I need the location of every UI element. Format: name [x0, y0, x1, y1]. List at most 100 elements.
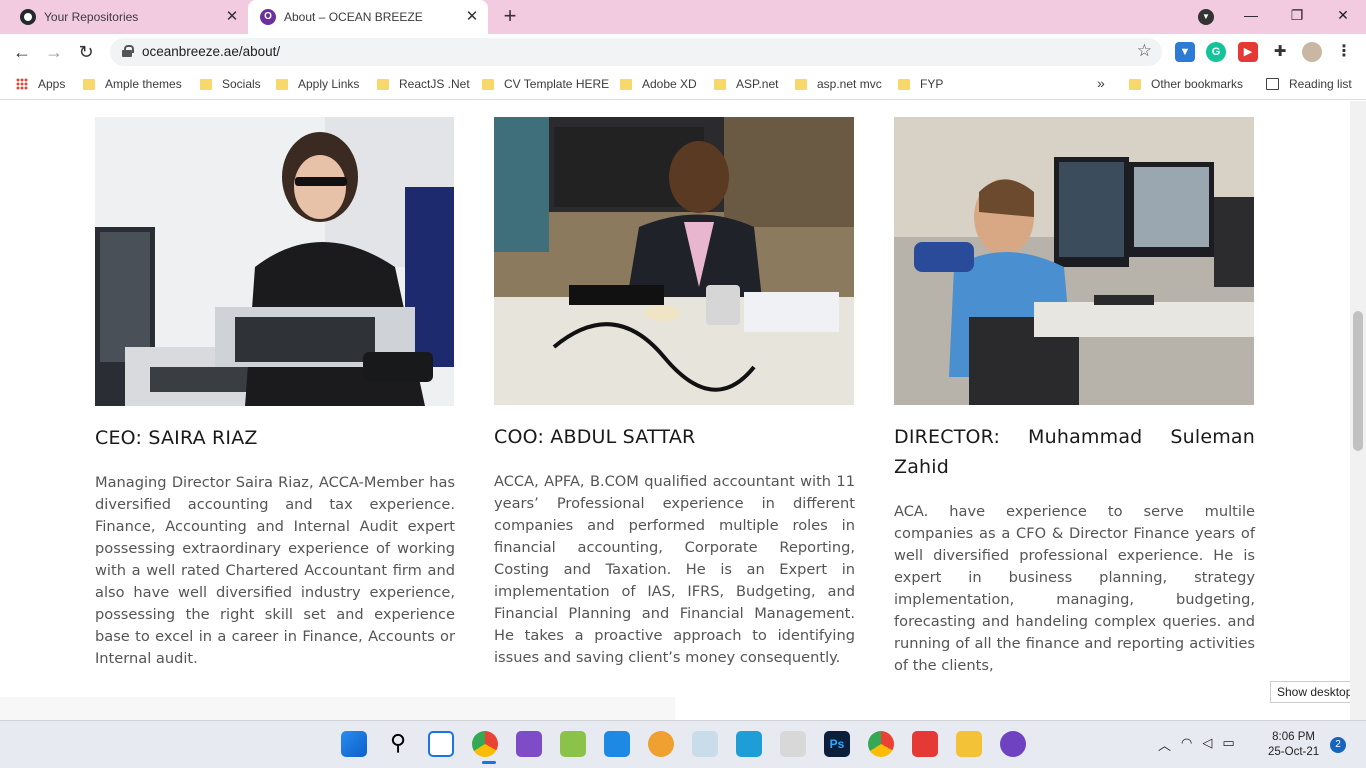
bookmark-label: Socials	[222, 77, 261, 91]
coo-bio: ACCA, APFA, B.COM qualified accountant w…	[494, 473, 855, 666]
minimize-button[interactable]: —	[1228, 0, 1274, 30]
folder-icon	[482, 78, 494, 90]
system-tray: ︿ ◠ ◁ ▭	[1158, 735, 1235, 754]
bookmark-folder[interactable]: Socials	[200, 77, 261, 91]
tool-app-icon[interactable]	[560, 731, 586, 757]
bookmark-label: asp.net mvc	[817, 77, 882, 91]
date-text: 25-Oct-21	[1268, 746, 1320, 758]
folder-icon	[795, 78, 807, 90]
folder-icon	[620, 78, 632, 90]
bookmark-label: ReactJS .Net	[399, 77, 470, 91]
chrome-icon[interactable]	[472, 731, 498, 757]
monitor-app-icon[interactable]	[692, 731, 718, 757]
bookmark-label: ASP.net	[736, 77, 779, 91]
tab-search-icon[interactable]: ▼	[1198, 9, 1214, 25]
restore-button[interactable]: ❐	[1274, 0, 1320, 30]
new-tab-button[interactable]: +	[498, 5, 522, 29]
search-icon[interactable]: ⚲	[385, 731, 411, 757]
folder-icon	[377, 78, 389, 90]
volume-icon[interactable]: ◁	[1202, 735, 1212, 754]
active-indicator	[482, 761, 496, 764]
tab-your-repositories[interactable]: Your Repositories ✕	[8, 0, 248, 34]
folder-icon	[714, 78, 726, 90]
bookmark-label: Ample themes	[105, 77, 182, 91]
video-extension-icon[interactable]: ▶	[1238, 42, 1258, 62]
windows-start-icon[interactable]	[341, 731, 367, 757]
bookmark-label: CV Template HERE	[504, 77, 610, 91]
time-text: 8:06 PM	[1272, 731, 1315, 743]
bookmark-label: Apply Links	[298, 77, 360, 91]
bookmark-folder[interactable]: Apply Links	[276, 77, 359, 91]
bookmark-apps[interactable]: Apps	[16, 77, 65, 91]
photoshop-icon[interactable]: Ps	[824, 731, 850, 757]
chrome-profile-icon[interactable]	[868, 731, 894, 757]
bookmark-label: Apps	[38, 77, 66, 91]
tab-title: About – OCEAN BREEZE	[284, 10, 423, 24]
tab-title: Your Repositories	[44, 10, 139, 24]
bookmark-label: Other bookmarks	[1151, 77, 1244, 91]
close-icon[interactable]: ✕	[224, 9, 240, 25]
reading-list[interactable]: Reading list	[1266, 77, 1352, 91]
bookmark-folder[interactable]: Ample themes	[83, 77, 182, 91]
lock-icon[interactable]	[122, 45, 134, 57]
reading-list-icon	[1266, 78, 1279, 90]
file-explorer-icon[interactable]	[956, 731, 982, 757]
folder-icon	[1129, 78, 1141, 90]
bookmarks-bar: Apps Ample themes Socials Apply Links Re…	[0, 70, 1366, 100]
github-icon	[20, 9, 36, 25]
window-controls: — ❐ ✕	[1228, 0, 1366, 34]
url-text[interactable]: oceanbreeze.ae/about/	[142, 44, 280, 59]
grammarly-extension-icon[interactable]: G	[1206, 42, 1226, 62]
scrollbar-thumb[interactable]	[1353, 311, 1363, 451]
shield-extension-icon[interactable]: ▼	[1175, 42, 1195, 62]
remote-desktop-icon[interactable]	[736, 731, 762, 757]
address-bar[interactable]: oceanbreeze.ae/about/ ☆	[110, 38, 1162, 66]
ceo-photo	[95, 117, 454, 406]
director-title: DIRECTOR: Muhammad Suleman Zahid	[894, 426, 1255, 478]
forward-icon[interactable]: →	[42, 40, 66, 64]
close-icon[interactable]: ✕	[464, 9, 480, 25]
anydesk-icon[interactable]	[912, 731, 938, 757]
snipping-tool-icon[interactable]	[780, 731, 806, 757]
apps-grid-icon	[16, 78, 28, 90]
site-favicon-icon: O	[260, 9, 276, 25]
chameleon-app-icon[interactable]	[648, 731, 674, 757]
wifi-icon[interactable]: ◠	[1181, 735, 1192, 754]
bookmark-star-icon[interactable]: ☆	[1137, 41, 1152, 61]
reload-icon[interactable]: ↻	[74, 40, 98, 64]
director-bio: ACA. have experience to serve multile co…	[894, 503, 1255, 674]
ceo-bio: Managing Director Saira Riaz, ACCA-Membe…	[95, 474, 455, 667]
folder-icon	[898, 78, 910, 90]
bookmark-folder[interactable]: Adobe XD	[620, 77, 697, 91]
folder-icon	[276, 78, 288, 90]
bookmark-folder[interactable]: ReactJS .Net	[377, 77, 470, 91]
visual-studio-icon[interactable]	[516, 731, 542, 757]
vertical-scrollbar[interactable]	[1350, 101, 1366, 720]
section-divider	[0, 697, 675, 720]
bookmark-folder[interactable]: FYP	[898, 77, 943, 91]
task-view-icon[interactable]	[428, 731, 454, 757]
github-desktop-icon[interactable]	[1000, 731, 1026, 757]
clock[interactable]: 8:06 PM 25-Oct-21	[1268, 730, 1319, 760]
show-desktop-tooltip: Show desktop	[1270, 681, 1360, 703]
bookmark-folder[interactable]: asp.net mvc	[795, 77, 882, 91]
back-icon[interactable]: ←	[10, 40, 34, 64]
taskbar: ⚲ Ps ︿ ◠ ◁ ▭ 8:06 PM 25-Oct-21 2	[0, 720, 1366, 768]
folder-icon	[200, 78, 212, 90]
bookmarks-overflow-button[interactable]: »	[1097, 75, 1105, 91]
bookmark-label: FYP	[920, 77, 944, 91]
bookmark-folder[interactable]: ASP.net	[714, 77, 778, 91]
chevron-up-icon[interactable]: ︿	[1158, 735, 1171, 754]
coo-title: COO: ABDUL SATTAR	[494, 426, 696, 448]
profile-avatar[interactable]	[1302, 42, 1322, 62]
notifications-badge[interactable]: 2	[1330, 737, 1346, 753]
battery-icon[interactable]: ▭	[1222, 735, 1234, 754]
other-bookmarks[interactable]: Other bookmarks	[1129, 77, 1243, 91]
extensions-puzzle-icon[interactable]: ✚	[1270, 42, 1290, 62]
browser-toolbar: ← → ↻ oceanbreeze.ae/about/ ☆ ▼ G ▶ ✚ ⋮	[0, 34, 1366, 70]
tab-about-ocean-breeze[interactable]: O About – OCEAN BREEZE ✕	[248, 0, 488, 34]
bookmark-folder[interactable]: CV Template HERE	[482, 77, 609, 91]
close-window-button[interactable]: ✕	[1320, 0, 1366, 30]
menu-kebab-icon[interactable]: ⋮	[1334, 42, 1354, 62]
vscode-icon[interactable]	[604, 731, 630, 757]
